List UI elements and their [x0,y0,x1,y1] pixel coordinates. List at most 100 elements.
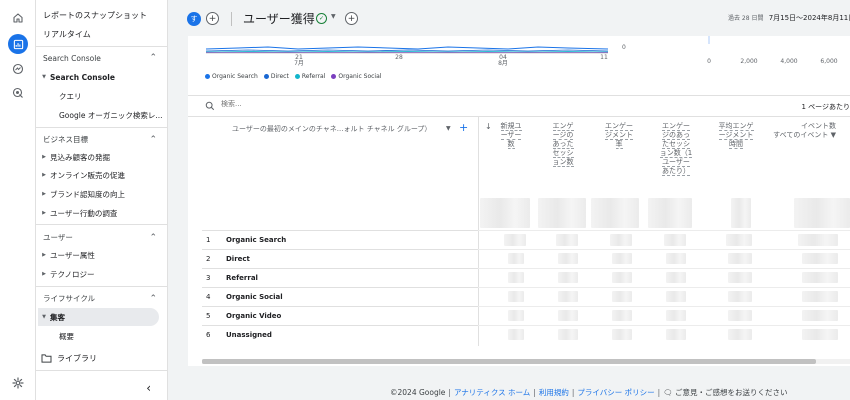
settings-icon [12,377,24,389]
search-input[interactable] [221,100,421,108]
avatar[interactable]: す [187,12,201,26]
value-cell [558,272,578,283]
value-cell [508,291,524,302]
sidebar-item-online-sales[interactable]: ▶ オンライン販売の促進 [38,166,159,184]
add-dimension-button[interactable]: + [459,121,468,134]
sidebar-item-brand-awareness[interactable]: ▶ ブランド認知度の向上 [38,185,159,203]
divider [36,224,167,225]
column-header-engagement-rate[interactable]: エンゲージメント率 [602,122,636,149]
section-header-business-objectives[interactable]: ビジネス目標 ⌃ [43,134,157,145]
add-filter-button[interactable]: + [345,12,358,25]
sidebar-subitem-organic-search[interactable]: Google オーガニック検索レ... [59,110,162,121]
sidebar-item-demographics[interactable]: ▶ ユーザー属性 [38,246,159,264]
sidebar-subitem-queries[interactable]: クエリ [59,91,82,102]
nav-rail [0,0,36,400]
table-row[interactable]: 2 Direct [202,249,478,268]
copyright: ©2024 Google [390,388,446,397]
sidebar-item-technology[interactable]: ▶ テクノロジー [38,265,159,283]
table-row[interactable]: 1 Organic Search [202,230,478,249]
legend-item[interactable]: Referral [294,73,326,80]
value-cell [612,329,632,340]
summary-value-cell [538,198,586,228]
legend-item[interactable]: Organic Search [205,73,258,80]
sort-desc-icon[interactable]: ↓ [485,122,492,131]
rows-per-page-label[interactable]: 1 ページあたり [801,102,850,112]
value-cell [508,272,524,283]
plus-icon: + [347,13,356,24]
dimension-column-header[interactable]: ユーザーの最初のメインのチャネ...ォルト チャネル グループ） [232,124,431,134]
table-row[interactable]: 5 Organic Video [202,306,478,325]
explore-button[interactable] [8,59,28,79]
sidebar-item-leads[interactable]: ▶ 見込み顧客の発掘 [38,148,159,166]
divider [231,12,232,26]
advertising-button[interactable] [8,83,28,103]
legend-label: Organic Search [212,73,258,80]
event-filter-dropdown[interactable]: すべてのイベント ▼ [773,131,836,140]
section-title: ライフサイクル [43,294,96,303]
check-circle-icon[interactable]: ✓ [316,13,327,24]
section-header-lifecycle[interactable]: ライフサイクル ⌃ [43,293,157,304]
row-value-cells [478,268,850,287]
collapse-sidebar-button[interactable]: ‹ [146,381,151,395]
summary-value-cell [648,198,692,228]
table-row[interactable]: 3 Referral [202,268,478,287]
add-comparison-button[interactable]: + [206,12,219,25]
table-row[interactable]: 6 Unassigned [202,325,478,344]
sidebar-item-label: Search Console [50,72,115,82]
reports-button[interactable] [8,34,28,54]
chevron-up-icon: ⌃ [149,134,157,145]
summary-value-cell [480,198,530,228]
value-cell [728,310,752,321]
triangle-right-icon: ▶ [42,271,46,277]
x-tick-label: 11 [600,54,608,61]
plus-icon: + [208,13,217,24]
report-card: 21 7月 28 04 8月 11 0 0 2,000 4,000 6,000 … [188,36,850,366]
value-cell [612,310,632,321]
sidebar-item-user-behavior[interactable]: ▶ ユーザー行動の調査 [38,204,159,222]
triangle-right-icon: ▶ [42,191,46,197]
home-button[interactable] [8,8,28,28]
table-row[interactable]: 4 Organic Social [202,287,478,306]
section-header-search-console[interactable]: Search Console ⌃ [43,53,157,63]
section-header-user[interactable]: ユーザー ⌃ [43,232,157,243]
table-search-bar: 1 ページあたり [188,95,850,117]
bar-axis-tick: 6,000 [820,58,837,65]
sidebar-item-realtime[interactable]: リアルタイム [43,29,91,40]
y-tick-label: 0 [622,44,626,51]
home-icon [13,13,23,23]
advertising-icon [12,87,23,98]
feedback-link[interactable]: 🗨 ご意見・ご感想をお送りください [663,388,787,397]
column-header-engaged-sessions-per-user[interactable]: エンゲージのあったセッション数（1 ユーザーあたり） [659,122,693,176]
legend-label: Direct [270,73,289,80]
column-header-event-count[interactable]: イベント数 すべてのイベント ▼ [773,122,836,140]
legend-label: Organic Social [338,73,382,80]
sidebar-item-library[interactable]: ライブラリ [41,353,97,364]
legend-dot [294,74,300,79]
sidebar-item-search-console[interactable]: ▼ Search Console [38,68,159,86]
link-analytics-home[interactable]: アナリティクス ホーム [454,388,530,397]
date-range-picker[interactable]: 過去 28 日間 7月15日～2024年8月11日 [728,13,850,23]
link-privacy[interactable]: プライバシー ポリシー [577,388,654,397]
legend-item[interactable]: Direct [263,73,289,80]
triangle-down-icon: ▼ [42,314,46,320]
sidebar-item-label: ユーザー行動の調査 [50,208,118,218]
row-value-cells [478,325,850,344]
value-cell [556,234,578,246]
column-header-new-users[interactable]: 新規ユーザー数 [498,122,524,149]
settings-button[interactable] [8,373,28,393]
value-cell [508,329,524,340]
row-value-cells [478,249,850,268]
sidebar-item-label: ライブラリ [57,354,97,363]
legend-item[interactable]: Organic Social [331,73,381,80]
sidebar-item-acquisition[interactable]: ▼ 集客 [38,308,159,326]
sidebar-subitem-overview[interactable]: 概要 [59,331,74,342]
caret-down-icon[interactable]: ▼ [446,125,451,132]
horizontal-scrollbar-thumb[interactable] [202,359,816,364]
caret-down-icon[interactable]: ▼ [331,13,336,20]
column-header-avg-engagement-time[interactable]: 平均エンゲージメント時間 [718,122,754,149]
value-cell [558,253,578,264]
sidebar-item-snapshot[interactable]: レポートのスナップショット [43,10,147,21]
column-header-engaged-sessions[interactable]: エンゲージのあったセッション数 [550,122,576,167]
link-terms[interactable]: 利用規約 [539,388,569,397]
legend-label: Referral [301,73,326,80]
